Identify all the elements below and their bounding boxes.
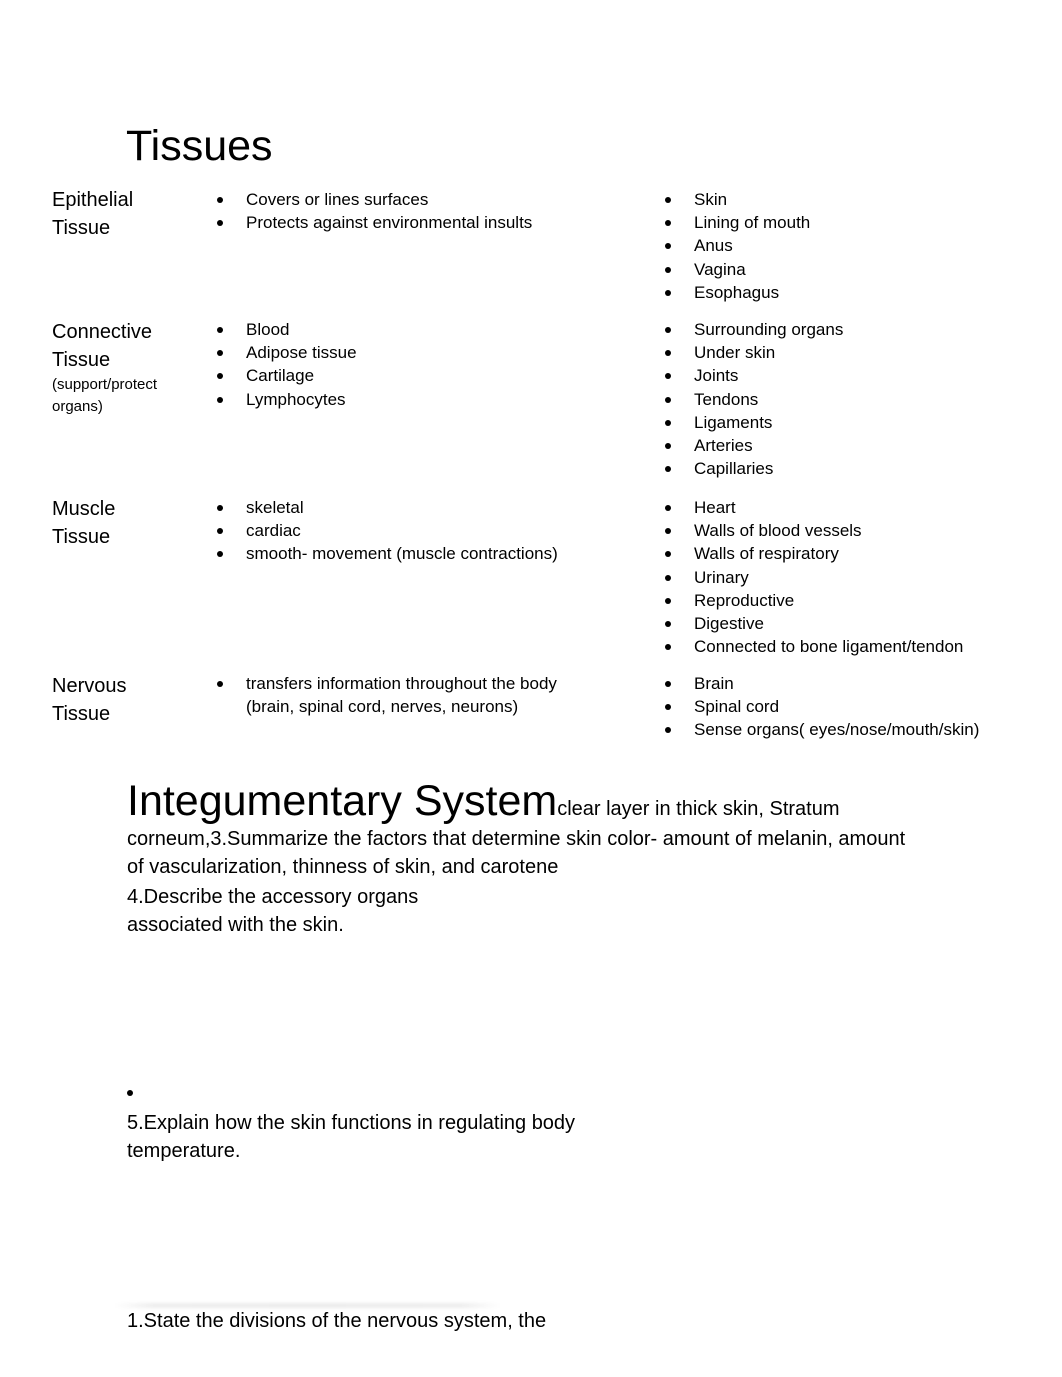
list-item: Heart	[663, 496, 1043, 519]
integumentary-section: Integumentary Systemclear layer in thick…	[127, 776, 907, 881]
tissue-label-nervous: Nervous Tissue	[52, 672, 202, 728]
list-item: Brain	[663, 672, 1043, 695]
muscle-types-list: skeletal cardiac smooth- movement (muscl…	[215, 496, 635, 566]
list-item: Capillaries	[663, 457, 1043, 480]
list-item: Protects against environmental insults	[215, 211, 635, 234]
list-item: Surrounding organs	[663, 318, 1043, 341]
tissue-label-connective: Connective Tissue (support/protect organ…	[52, 318, 202, 418]
connective-locations-list: Surrounding organs Under skin Joints Ten…	[663, 318, 1043, 480]
list-item: transfers information throughout the bod…	[215, 672, 575, 718]
list-item: Connected to bone ligament/tendon	[663, 635, 1043, 658]
tissue-label-line1: Connective	[52, 321, 153, 343]
list-item: Esophagus	[663, 281, 1043, 304]
tissue-label-line2: Tissue	[52, 349, 111, 371]
integumentary-title: Integumentary System	[127, 777, 558, 825]
tissue-label-line2: Tissue	[52, 526, 111, 548]
tissue-label-line2: Tissue	[52, 217, 111, 239]
list-item: Spinal cord	[663, 695, 1043, 718]
epithelial-locations-list: Skin Lining of mouth Anus Vagina Esophag…	[663, 188, 1043, 304]
list-item: Walls of blood vessels	[663, 519, 1043, 542]
list-item: Lymphocytes	[215, 388, 635, 411]
tissues-title: Tissues	[126, 122, 273, 170]
question-5-line2: temperature.	[127, 1140, 241, 1162]
bullet-dot	[127, 1090, 133, 1096]
question-4-line1: 4.Describe the accessory organs	[127, 886, 419, 908]
tissue-label-line2: Tissue	[52, 703, 111, 725]
list-item: Skin	[663, 188, 1043, 211]
tissue-label-epithelial: Epithelial Tissue	[52, 186, 202, 242]
question-1-nervous: 1.State the divisions of the nervous sys…	[127, 1310, 547, 1332]
list-item: Arteries	[663, 434, 1043, 457]
question-4: 4.Describe the accessory organs associat…	[127, 883, 418, 939]
list-item: Blood	[215, 318, 635, 341]
list-item: Lining of mouth	[663, 211, 1043, 234]
list-item: Under skin	[663, 341, 1043, 364]
tissue-label-line1: Muscle	[52, 498, 116, 520]
list-item: Walls of respiratory	[663, 542, 1043, 565]
list-item: skeletal	[215, 496, 635, 519]
nervous-locations-list: Brain Spinal cord Sense organs( eyes/nos…	[663, 672, 1043, 742]
list-item: Ligaments	[663, 411, 1043, 434]
muscle-locations-list: Heart Walls of blood vessels Walls of re…	[663, 496, 1043, 658]
tissue-label-muscle: Muscle Tissue	[52, 495, 202, 551]
nervous-types-list: transfers information throughout the bod…	[215, 672, 575, 718]
question-4-line2: associated with the skin.	[127, 914, 344, 936]
list-item: Sense organs( eyes/nose/mouth/skin)	[663, 718, 1043, 741]
list-item: Urinary	[663, 566, 1043, 589]
list-item: Covers or lines surfaces	[215, 188, 635, 211]
epithelial-types-list: Covers or lines surfaces Protects agains…	[215, 188, 635, 234]
list-item: Digestive	[663, 612, 1043, 635]
tissue-label-line1: Epithelial	[52, 189, 134, 211]
question-5: 5.Explain how the skin functions in regu…	[127, 1109, 575, 1165]
list-item: Cartilage	[215, 364, 635, 387]
list-item: Reproductive	[663, 589, 1043, 612]
list-item: smooth- movement (muscle contractions)	[215, 542, 635, 565]
tissue-sublabel: (support/protect organs)	[52, 376, 158, 415]
question-5-line1: 5.Explain how the skin functions in regu…	[127, 1112, 576, 1134]
list-item: Joints	[663, 364, 1043, 387]
list-item: Vagina	[663, 258, 1043, 281]
list-item: Tendons	[663, 388, 1043, 411]
list-item: cardiac	[215, 519, 635, 542]
list-item: Anus	[663, 234, 1043, 257]
list-item: Adipose tissue	[215, 341, 635, 364]
tissue-label-line1: Nervous	[52, 675, 127, 697]
connective-types-list: Blood Adipose tissue Cartilage Lymphocyt…	[215, 318, 635, 411]
